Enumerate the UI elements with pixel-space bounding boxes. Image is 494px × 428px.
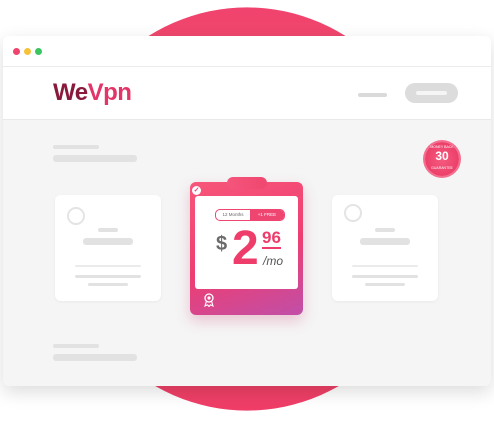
browser-window: WeVpn ✓ 12 Months +1 FREE $ 2 96 /mo MON… bbox=[3, 36, 491, 386]
toggle-12-months[interactable]: 12 Months bbox=[216, 210, 250, 220]
logo-accent: Vpn bbox=[87, 79, 132, 106]
check-circle-icon bbox=[344, 204, 362, 222]
heading-skeleton-long bbox=[53, 155, 137, 162]
price-cents: 96 bbox=[262, 228, 281, 249]
minimize-dot[interactable] bbox=[24, 48, 31, 55]
close-dot[interactable] bbox=[13, 48, 20, 55]
card-divider bbox=[75, 265, 141, 267]
navbar: WeVpn bbox=[3, 67, 491, 120]
plan-card-right[interactable] bbox=[332, 195, 438, 301]
card-skeleton bbox=[360, 238, 410, 245]
toggle-free-bonus[interactable]: +1 FREE bbox=[250, 210, 284, 220]
footer-skeleton-short bbox=[53, 344, 99, 348]
card-skeleton bbox=[88, 283, 128, 286]
price-period: /mo bbox=[263, 254, 284, 268]
award-ribbon-icon bbox=[204, 293, 214, 307]
plan-top-tab bbox=[227, 177, 267, 189]
heading-skeleton-short bbox=[53, 145, 99, 149]
wevpn-logo[interactable]: WeVpn bbox=[53, 79, 132, 107]
check-icon: ✓ bbox=[192, 186, 201, 195]
plan-card-left[interactable] bbox=[55, 195, 161, 301]
nav-link-placeholder[interactable] bbox=[358, 93, 387, 97]
card-skeleton bbox=[98, 228, 118, 232]
price-currency: $ bbox=[216, 233, 228, 255]
badge-bottom-text: GUARANTEE bbox=[431, 166, 453, 170]
card-divider bbox=[352, 265, 418, 267]
card-skeleton bbox=[83, 238, 133, 245]
card-skeleton bbox=[365, 283, 405, 286]
price-whole: 2 bbox=[232, 222, 259, 275]
card-skeleton bbox=[352, 275, 418, 278]
money-back-badge: MONEY BACK 30 GUARANTEE bbox=[425, 142, 459, 176]
badge-number: 30 bbox=[435, 149, 449, 163]
logo-main: We bbox=[53, 79, 88, 106]
card-skeleton bbox=[75, 275, 141, 278]
plan-price-panel: 12 Months +1 FREE $ 2 96 /mo bbox=[195, 196, 298, 289]
plan-icon bbox=[67, 207, 85, 225]
billing-toggle[interactable]: 12 Months +1 FREE bbox=[215, 209, 285, 221]
nav-button-placeholder[interactable] bbox=[405, 83, 458, 103]
card-skeleton bbox=[375, 228, 395, 232]
featured-plan-card[interactable]: ✓ 12 Months +1 FREE $ 2 96 /mo bbox=[190, 182, 303, 315]
maximize-dot[interactable] bbox=[35, 48, 42, 55]
footer-skeleton-long bbox=[53, 354, 137, 361]
title-bar bbox=[3, 36, 491, 67]
